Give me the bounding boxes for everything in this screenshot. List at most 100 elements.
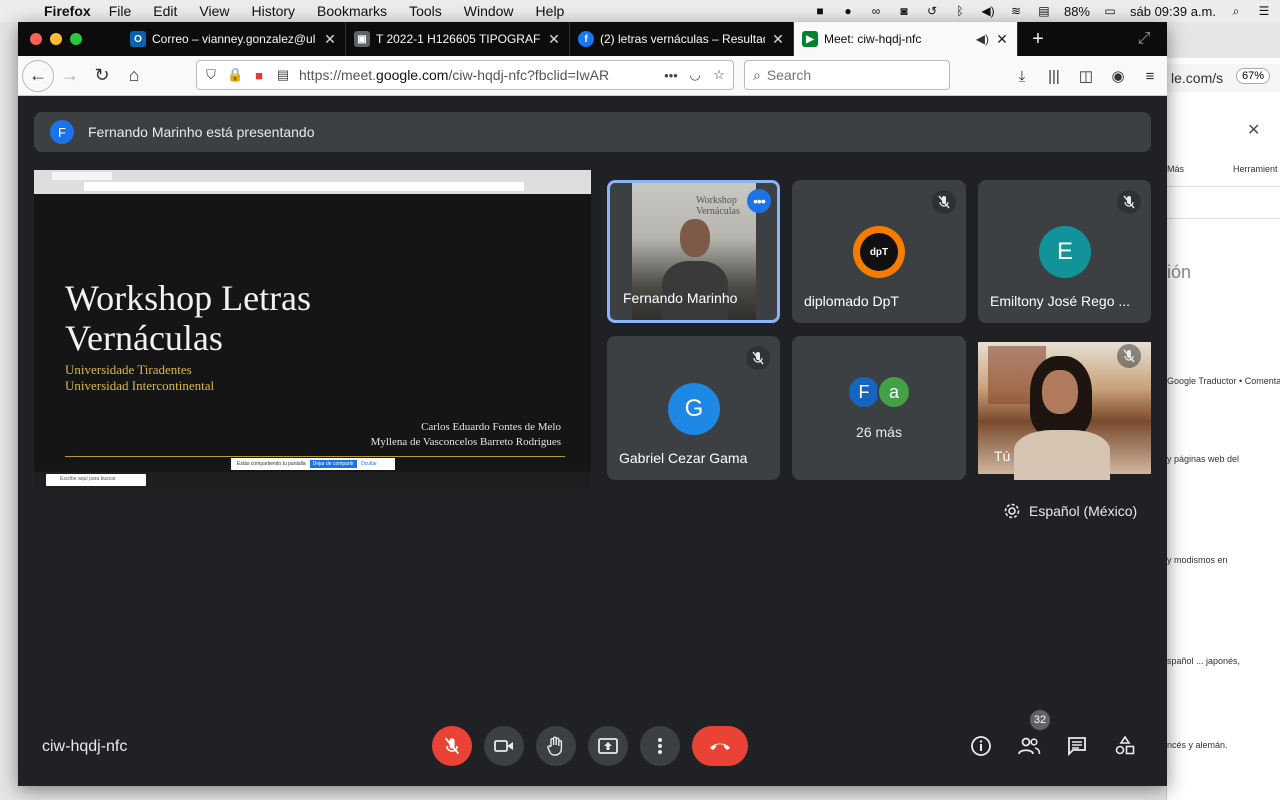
background-tool-mas: Más [1167, 164, 1185, 174]
close-tab-icon[interactable]: ✕ [323, 31, 337, 48]
close-tab-icon[interactable]: ✕ [771, 31, 785, 48]
stop-sharing-button[interactable]: Dejar de compartir [309, 460, 357, 468]
screen-share-notice: Estás compartiendo tu pantalla Dejar de … [231, 458, 395, 470]
hide-share-button[interactable]: Ocultar [361, 461, 377, 467]
battery-icon[interactable]: ▭ [1102, 4, 1118, 18]
present-screen-button[interactable] [588, 726, 628, 766]
tab-meet[interactable]: ▶ Meet: ciw-hqdj-nfc ◀) ✕ [794, 22, 1018, 56]
macos-menu-bar: Firefox File Edit View History Bookmarks… [0, 0, 1280, 22]
meeting-details-button[interactable] [963, 728, 999, 764]
battery-percent[interactable]: 88% [1064, 4, 1090, 19]
toggle-camera-button[interactable] [484, 726, 524, 766]
lock-icon[interactable]: 🔒 [227, 67, 243, 83]
more-options-button[interactable] [640, 726, 680, 766]
tab-facebook[interactable]: f (2) letras vernáculas – Resultad ✕ [570, 22, 794, 56]
zoom-window-button[interactable] [70, 33, 82, 45]
address-bar[interactable]: ⛉ 🔒 ■ ▤ https://meet.google.com/ciw-hqdj… [196, 60, 734, 90]
bookmark-star-icon[interactable]: ☆ [711, 67, 727, 83]
close-tab-icon[interactable]: ✕ [995, 31, 1009, 48]
participant-avatar: G [668, 383, 720, 435]
participant-tile-self[interactable]: Tú [978, 336, 1151, 480]
participant-tile-gabriel[interactable]: G Gabriel Cezar Gama [607, 336, 780, 480]
shield-icon[interactable]: ⛉ [203, 67, 219, 83]
raise-hand-button[interactable] [536, 726, 576, 766]
app-menu-icon[interactable]: ≡ [1139, 60, 1161, 92]
more-options-icon[interactable]: ••• [747, 189, 771, 213]
forward-button[interactable]: → [54, 60, 86, 92]
menu-history[interactable]: History [251, 3, 295, 19]
menu-help[interactable]: Help [536, 3, 565, 19]
tab-overflow-icon[interactable]: ⤢ [1121, 22, 1167, 56]
clock[interactable]: sáb 09:39 a.m. [1130, 4, 1216, 19]
toggle-mic-button[interactable] [432, 726, 472, 766]
background-zoom-badge: 67% [1235, 68, 1270, 84]
participant-tile-diplomado[interactable]: dpT diplomado DpT [792, 180, 966, 323]
minimize-window-button[interactable] [50, 33, 62, 45]
sidebar-icon[interactable]: ◫ [1075, 60, 1097, 92]
menu-file[interactable]: File [109, 3, 132, 19]
account-icon[interactable]: ◉ [1107, 60, 1129, 92]
tab-outlook[interactable]: O Correo – vianney.gonzalez@ul ✕ [122, 22, 346, 56]
downloads-icon[interactable]: ⤓ [1011, 60, 1033, 92]
shared-screen[interactable]: Workshop Letras Vernáculas Universidade … [34, 170, 591, 488]
reload-button[interactable]: ↻ [86, 60, 118, 92]
leave-call-button[interactable] [692, 726, 748, 766]
reader-icon[interactable]: ▤ [275, 67, 291, 83]
participant-count-badge: 32 [1030, 710, 1050, 730]
volume-icon[interactable]: ◀) [980, 4, 996, 18]
gear-icon [1004, 503, 1020, 519]
url-text[interactable]: https://meet.google.com/ciw-hqdj-nfc?fbc… [299, 67, 655, 83]
participant-name: Fernando Marinho [623, 290, 738, 306]
menu-bookmarks[interactable]: Bookmarks [317, 3, 387, 19]
bluetooth-icon[interactable]: ᛒ [952, 4, 968, 18]
tab-bar: O Correo – vianney.gonzalez@ul ✕ ▣ T 202… [18, 22, 1167, 56]
participant-tile-fernando[interactable]: Workshop Vernáculas ••• Fernando Marinho [607, 180, 780, 323]
hang-up-icon [710, 743, 730, 750]
dpt-logo-avatar: dpT [853, 226, 905, 278]
close-tab-icon[interactable]: ✕ [547, 31, 561, 48]
background-tool-herramientas: Herramient [1233, 164, 1278, 174]
new-tab-button[interactable]: + [1018, 22, 1058, 56]
more-participants-tile[interactable]: F a 26 más [792, 336, 966, 480]
participant-tile-emiltony[interactable]: E Emiltony José Rego ... [978, 180, 1151, 323]
teamviewer-icon[interactable]: ◙ [896, 4, 912, 18]
slide: Workshop Letras Vernáculas Universidade … [34, 194, 591, 464]
tab-audio-icon[interactable]: ◀) [976, 32, 989, 46]
people-icon [1018, 737, 1041, 755]
menu-view[interactable]: View [199, 3, 229, 19]
search-input[interactable] [766, 67, 927, 83]
facebook-icon: f [578, 31, 594, 47]
spotlight-search-icon[interactable]: ⌕ [1228, 4, 1244, 18]
pocket-icon[interactable]: ◡ [687, 67, 703, 83]
page-actions-icon[interactable]: ••• [663, 68, 679, 83]
activities-button[interactable] [1107, 728, 1143, 764]
library-icon[interactable]: ||| [1043, 60, 1065, 92]
camera-permission-icon[interactable]: ■ [251, 68, 267, 83]
back-button[interactable]: ← [22, 59, 54, 92]
tab-classroom[interactable]: ▣ T 2022-1 H126605 TIPOGRAFÍ ✕ [346, 22, 570, 56]
keyboard-input-icon[interactable]: ▤ [1036, 4, 1052, 18]
shared-taskbar: Escribe aquí para buscar [34, 472, 591, 488]
notification-center-icon[interactable]: ☰ [1256, 4, 1272, 18]
microphone-status-icon[interactable]: ● [840, 4, 856, 18]
people-button[interactable] [1011, 728, 1047, 764]
slide-subtitle: Universidade Tiradentes Universidad Inte… [65, 362, 215, 393]
participant-name: Emiltony José Rego ... [990, 293, 1131, 309]
muted-mic-icon [932, 190, 956, 214]
home-button[interactable]: ⌂ [118, 60, 150, 92]
menu-window[interactable]: Window [464, 3, 514, 19]
search-bar[interactable]: ⌕ [744, 60, 950, 90]
participant-name: Tú [994, 448, 1011, 464]
app-menu-firefox[interactable]: Firefox [44, 3, 91, 19]
tab-label: Meet: ciw-hqdj-nfc [824, 32, 922, 46]
chat-button[interactable] [1059, 728, 1095, 764]
caption-language-button[interactable]: Español (México) [1003, 502, 1137, 520]
close-window-button[interactable] [30, 33, 42, 45]
slide-divider [65, 456, 565, 457]
creative-cloud-icon[interactable]: ∞ [868, 4, 884, 18]
menu-tools[interactable]: Tools [409, 3, 442, 19]
menu-edit[interactable]: Edit [153, 3, 177, 19]
wifi-icon[interactable]: ≋ [1008, 4, 1024, 18]
camera-status-icon[interactable]: ■ [812, 4, 828, 18]
time-machine-icon[interactable]: ↺ [924, 4, 940, 18]
